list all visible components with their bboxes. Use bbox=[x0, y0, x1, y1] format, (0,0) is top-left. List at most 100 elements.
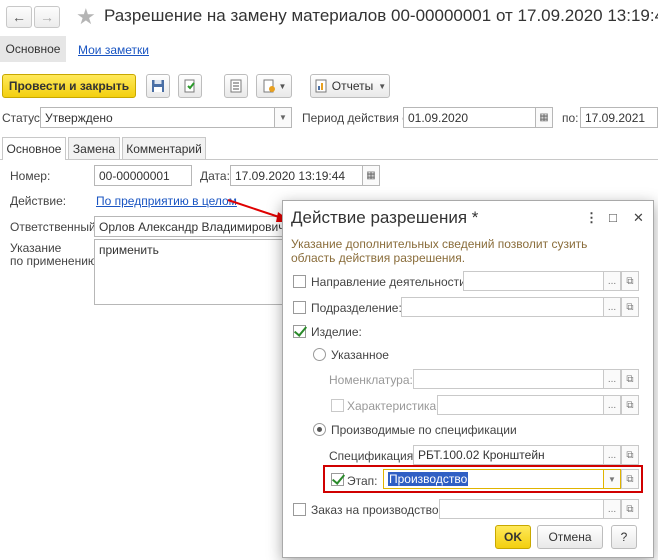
order-checkbox[interactable] bbox=[293, 503, 306, 516]
save-button[interactable] bbox=[146, 74, 170, 98]
forward-button[interactable]: → bbox=[34, 6, 60, 28]
open-form-icon[interactable]: ⧉ bbox=[621, 499, 639, 519]
action-dialog: Действие разрешения * ⋮ □ ✕ Указание доп… bbox=[282, 200, 654, 558]
nomenclature-field[interactable] bbox=[413, 369, 605, 389]
date-field[interactable]: 17.09.2020 13:19:44 bbox=[230, 165, 364, 186]
date-calendar-button[interactable]: ▦ bbox=[362, 165, 380, 186]
stage-value: Производство bbox=[388, 472, 469, 486]
more-vertical-icon[interactable]: ⋮ bbox=[585, 210, 598, 226]
stage-field[interactable]: Производство bbox=[383, 469, 605, 489]
ok-button[interactable]: OK bbox=[495, 525, 531, 549]
star-icon[interactable]: ★ bbox=[76, 4, 96, 30]
list-icon bbox=[230, 79, 242, 93]
nomenclature-label: Номенклатура: bbox=[329, 373, 413, 387]
reports-button[interactable]: Отчеты ▼ bbox=[310, 74, 390, 98]
tab-main-top-label: Основное bbox=[5, 42, 61, 56]
action-label: Действие: bbox=[10, 194, 67, 208]
tabs-divider bbox=[0, 159, 658, 160]
direction-checkbox[interactable] bbox=[293, 275, 306, 288]
chevron-down-icon: ▼ bbox=[279, 113, 287, 122]
document-post-icon bbox=[184, 79, 195, 93]
usage-text: применить bbox=[99, 243, 159, 257]
post-button[interactable] bbox=[178, 74, 202, 98]
open-form-icon[interactable]: ⧉ bbox=[621, 271, 639, 291]
arrow-right-icon: → bbox=[40, 9, 54, 25]
direction-select-button[interactable]: ... bbox=[603, 271, 621, 291]
number-field[interactable]: 00-00000001 bbox=[94, 165, 192, 186]
report-icon bbox=[315, 79, 327, 93]
spec-select-button[interactable]: ... bbox=[603, 445, 621, 465]
nomenclature-select-button[interactable]: ... bbox=[603, 369, 621, 389]
department-label: Подразделение: bbox=[311, 301, 402, 315]
order-select-button[interactable]: ... bbox=[603, 499, 621, 519]
maximize-icon[interactable]: □ bbox=[609, 210, 617, 225]
order-label: Заказ на производство: bbox=[311, 503, 442, 517]
usage-textarea[interactable]: применить bbox=[94, 239, 284, 305]
post-and-close-button[interactable]: Провести и закрыть bbox=[2, 74, 136, 98]
tab-replacement[interactable]: Замена bbox=[68, 137, 120, 159]
open-form-icon[interactable]: ⧉ bbox=[621, 469, 639, 489]
status-label: Статус: bbox=[2, 111, 44, 125]
my-notes-link[interactable]: Мои заметки bbox=[78, 43, 149, 57]
status-dropdown-button[interactable]: ▼ bbox=[274, 107, 292, 128]
by-spec-radio[interactable] bbox=[313, 423, 326, 436]
department-checkbox[interactable] bbox=[293, 301, 306, 314]
characteristic-label: Характеристика: bbox=[347, 399, 440, 413]
number-label: Номер: bbox=[10, 169, 51, 183]
close-icon[interactable]: ✕ bbox=[633, 210, 644, 226]
back-button[interactable]: ← bbox=[6, 6, 32, 28]
stage-dropdown-button[interactable]: ▼ bbox=[603, 469, 621, 489]
tab-main-top[interactable]: Основное bbox=[0, 36, 66, 62]
calendar-icon: ▦ bbox=[539, 112, 549, 123]
help-button[interactable]: ? bbox=[611, 525, 637, 549]
cancel-button[interactable]: Отмена bbox=[537, 525, 603, 549]
status-select[interactable]: Утверждено bbox=[40, 107, 276, 128]
window-title: Разрешение на замену материалов 00-00000… bbox=[104, 6, 658, 25]
direction-label: Направление деятельности: bbox=[311, 275, 470, 289]
open-form-icon[interactable]: ⧉ bbox=[621, 297, 639, 317]
document-create-icon bbox=[263, 79, 275, 93]
chevron-down-icon: ▼ bbox=[378, 81, 387, 91]
characteristic-field[interactable] bbox=[437, 395, 605, 415]
create-based-button[interactable]: ▼ bbox=[256, 74, 292, 98]
characteristic-select-button[interactable]: ... bbox=[603, 395, 621, 415]
period-from-label: Период действия с: bbox=[302, 111, 412, 125]
tab-comment[interactable]: Комментарий bbox=[122, 137, 206, 159]
dialog-hint: Указание дополнительных сведений позволи… bbox=[291, 237, 588, 265]
dialog-title: Действие разрешения * bbox=[291, 208, 479, 227]
chevron-down-icon: ▼ bbox=[278, 81, 287, 91]
open-form-icon[interactable]: ⧉ bbox=[621, 395, 639, 415]
list-button[interactable] bbox=[224, 74, 248, 98]
floppy-disk-icon bbox=[152, 80, 164, 92]
arrow-left-icon: ← bbox=[12, 9, 26, 25]
direction-field[interactable] bbox=[463, 271, 605, 291]
action-link[interactable]: По предприятию в целом bbox=[96, 194, 237, 208]
order-field[interactable] bbox=[439, 499, 605, 519]
date-label: Дата: bbox=[200, 169, 230, 183]
spec-label: Спецификация: bbox=[329, 449, 417, 463]
product-checkbox[interactable] bbox=[293, 325, 306, 338]
stage-checkbox[interactable] bbox=[331, 473, 344, 486]
reports-button-label: Отчеты bbox=[331, 79, 374, 93]
responsible-label: Ответственный: bbox=[10, 220, 100, 234]
specified-radio[interactable] bbox=[313, 348, 326, 361]
open-form-icon[interactable]: ⧉ bbox=[621, 369, 639, 389]
period-to-label: по: bbox=[562, 111, 579, 125]
period-to-field[interactable]: 17.09.2021 bbox=[580, 107, 658, 128]
characteristic-checkbox[interactable] bbox=[331, 399, 344, 412]
tab-main[interactable]: Основное bbox=[2, 137, 66, 160]
calendar-icon: ▦ bbox=[366, 170, 376, 181]
department-field[interactable] bbox=[401, 297, 605, 317]
product-label: Изделие: bbox=[311, 325, 362, 339]
by-spec-label: Производимые по спецификации bbox=[331, 423, 517, 437]
specified-label: Указанное bbox=[331, 348, 389, 362]
period-from-calendar-button[interactable]: ▦ bbox=[535, 107, 553, 128]
department-select-button[interactable]: ... bbox=[603, 297, 621, 317]
open-form-icon[interactable]: ⧉ bbox=[621, 445, 639, 465]
chevron-down-icon: ▼ bbox=[608, 474, 616, 484]
stage-label: Этап: bbox=[347, 474, 378, 488]
period-from-field[interactable]: 01.09.2020 bbox=[403, 107, 537, 128]
usage-label-line2: по применению: bbox=[10, 254, 101, 268]
usage-label-line1: Указание bbox=[10, 241, 62, 255]
spec-field[interactable]: РБТ.100.02 Кронштейн bbox=[413, 445, 605, 465]
